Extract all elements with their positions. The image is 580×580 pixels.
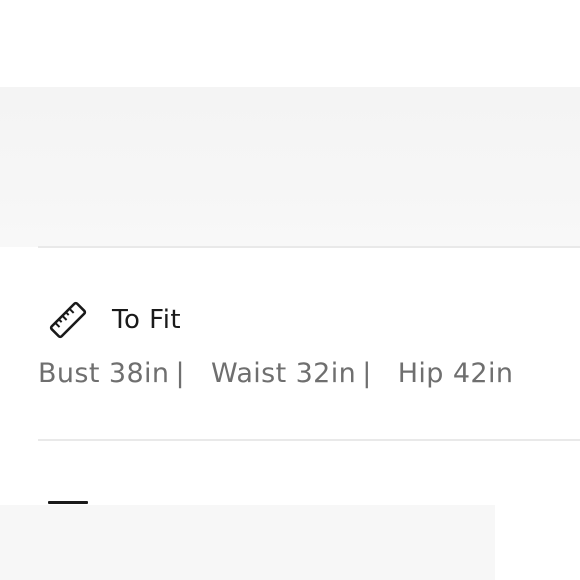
measurement-separator: | (175, 358, 185, 389)
image-banner (0, 87, 580, 247)
bottom-panel (0, 505, 495, 580)
product-details-page: To Fit Bust 38in | Waist 32in | Hip 42in (0, 0, 580, 580)
measurement-separator: | (362, 358, 372, 389)
measurements-row: Bust 38in | Waist 32in | Hip 42in (38, 358, 513, 389)
ruler-icon (49, 301, 87, 339)
bust-measurement: Bust 38in (38, 358, 170, 389)
to-fit-title: To Fit (112, 305, 182, 335)
next-section-icon (48, 501, 88, 504)
section-divider (38, 439, 580, 441)
to-fit-header: To Fit (48, 300, 181, 340)
hip-measurement: Hip 42in (397, 358, 514, 389)
section-divider (38, 246, 580, 248)
waist-measurement: Waist 32in (210, 358, 357, 389)
